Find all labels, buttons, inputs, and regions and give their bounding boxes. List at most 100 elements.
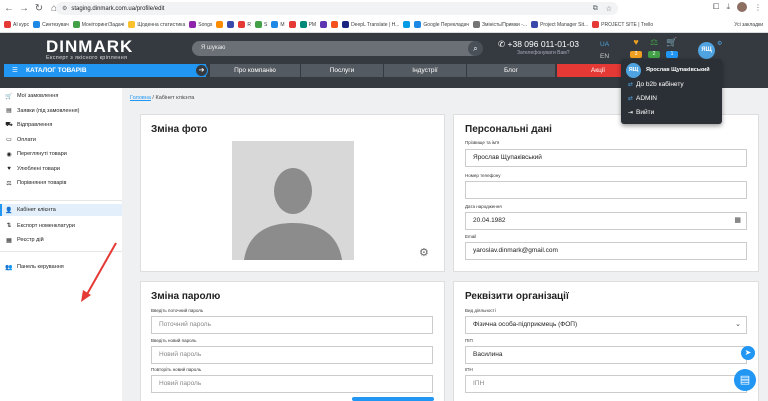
profile-photo[interactable] <box>232 141 354 260</box>
menu-item-services[interactable]: Послуги <box>301 64 383 77</box>
bookmark-item[interactable]: Зміність/Примки -... <box>473 21 527 28</box>
extensions-icon[interactable]: ⧠ <box>713 2 719 12</box>
sidebar-item[interactable]: ◉ Переглянуті товари <box>5 149 66 159</box>
cart-icon[interactable]: 🛒 <box>665 37 679 48</box>
bookmark-item[interactable]: AI курс <box>4 21 29 28</box>
bookmark-item[interactable] <box>320 21 328 28</box>
new-password-field[interactable]: Новий пароль <box>151 346 433 364</box>
sidebar-divider <box>0 200 122 201</box>
sidebar-item-active[interactable]: 👤 Кабінет клієнта <box>0 204 122 216</box>
save-password-button[interactable] <box>352 397 434 401</box>
bookmark-favicon-icon <box>128 21 136 28</box>
main-menu: ☰ КАТАЛОГ ТОВАРІВ ➔ Про компанію Послуги … <box>0 64 639 77</box>
lang-en[interactable]: EN <box>600 51 609 63</box>
bookmark-item[interactable]: Google Перекладач <box>414 21 469 28</box>
bookmark-item[interactable]: Project Manager Sit... <box>531 21 588 28</box>
phone-number[interactable]: ✆ +38 096 011-01-03 <box>498 39 579 50</box>
user-dropdown: ЯЩ Ярослав Щупаківський ⇄ До b2b кабінету… <box>621 59 722 124</box>
calendar-icon[interactable]: ▦ <box>734 213 741 229</box>
heart-icon[interactable]: ♥ <box>629 37 643 47</box>
browser-menu-icon[interactable]: ⋮ <box>754 3 762 12</box>
bookmark-item[interactable]: Синтезувач <box>33 21 69 28</box>
log-icon: ▦ <box>6 237 12 244</box>
compare-icon: ⚖ <box>6 180 12 187</box>
activity-type-label: Вид діяльності <box>465 308 496 313</box>
search-icon[interactable]: ⌕ <box>468 41 483 56</box>
sidebar-item[interactable]: ⚖ Порівняння товарів <box>5 178 66 188</box>
translate-icon[interactable]: ⧉ <box>593 5 598 13</box>
repeat-password-field[interactable]: Новий пароль <box>151 375 433 393</box>
bookmark-item[interactable]: Щоденна статистика <box>128 21 185 28</box>
chat-icon[interactable]: ▤ <box>734 369 756 391</box>
bookmark-item[interactable] <box>331 21 339 28</box>
phone-label: Номер телефону <box>465 173 501 178</box>
bookmark-item[interactable]: PM <box>299 21 316 28</box>
dropdown-item-admin[interactable]: ⇄ ADMIN <box>628 95 657 102</box>
reload-icon[interactable]: ↻ <box>33 2 45 16</box>
bookmark-item[interactable] <box>227 21 235 28</box>
sidebar-item[interactable]: ♥ Улюблені товари <box>5 164 60 174</box>
user-avatar[interactable]: ЯЩ <box>698 42 715 59</box>
other-bookmarks[interactable]: Усі закладки <box>732 22 768 28</box>
address-bar[interactable]: ⚙ staging.dinmark.com.ua/profile/edit ⧉ ☆ <box>56 2 618 15</box>
sidebar-item[interactable]: ▦ Реєстр дій <box>5 235 44 245</box>
callback-link[interactable]: Зателефонувати Вам? <box>517 50 569 56</box>
profile-avatar[interactable] <box>737 2 747 12</box>
bookmark-item[interactable]: PROJECT SITE | Trello <box>592 21 653 28</box>
menu-item-industries[interactable]: Індустрії <box>384 64 466 77</box>
catalog-button[interactable]: ☰ КАТАЛОГ ТОВАРІВ <box>4 64 206 77</box>
current-password-field[interactable]: Поточний пароль <box>151 316 433 334</box>
back-icon[interactable]: ← <box>3 2 15 16</box>
name-field[interactable]: Ярослав Щупаківський <box>465 149 747 167</box>
bookmark-item[interactable]: DeepL Translate | Н... <box>342 21 399 28</box>
chevron-down-icon: ⌄ <box>735 321 741 328</box>
dropdown-item-logout[interactable]: ⇥ Вийти <box>628 109 654 116</box>
language-switch[interactable]: UA EN <box>600 39 609 63</box>
breadcrumb-home[interactable]: Головна <box>130 95 151 101</box>
sidebar-item[interactable]: ⇅ Експорт номенклатури <box>5 221 74 231</box>
breadcrumb: Головна / Кабінет клієнта <box>130 95 195 101</box>
export-icon: ⇅ <box>6 223 12 229</box>
bookmark-item[interactable]: R <box>238 21 251 28</box>
activity-type-select[interactable]: Фізична особа-підприємець (ФОП) ⌄ <box>465 316 747 334</box>
phone-field[interactable] <box>465 181 747 199</box>
catalog-arrow-icon[interactable]: ➔ <box>195 64 208 77</box>
bookmark-item[interactable] <box>216 21 224 28</box>
site-info-icon[interactable]: ⚙ <box>62 5 67 12</box>
user-silhouette-icon <box>232 141 354 260</box>
sidebar-item[interactable]: ▭ Оплати <box>5 135 36 145</box>
sidebar-item[interactable]: ▤ Заявки (під замовлення) <box>5 106 79 116</box>
bookmark-favicon-icon <box>403 21 411 28</box>
dropdown-item-b2b[interactable]: ⇄ До b2b кабінету <box>628 81 684 88</box>
search-input[interactable]: Я шукаю <box>192 41 482 56</box>
sidebar-item[interactable]: ⛟ Відправлення <box>5 120 52 130</box>
sidebar-item[interactable]: 🛒 Мої замовлення <box>5 91 58 101</box>
bookmark-item[interactable]: M <box>271 21 285 28</box>
bookmark-item[interactable]: Songs <box>189 21 212 28</box>
bookmark-item[interactable]: Моніторинг/Задачі <box>72 21 124 28</box>
cart-badge: 1 <box>666 51 678 58</box>
bookmark-item[interactable]: S <box>255 21 267 28</box>
ipn-field[interactable]: ІПН <box>465 375 747 393</box>
forward-icon[interactable]: → <box>18 2 30 16</box>
compare-icon[interactable]: ⚖ <box>647 37 661 48</box>
logo[interactable]: DINMARK <box>46 37 133 56</box>
phone-icon: ✆ <box>498 39 506 49</box>
sidebar-item-admin[interactable]: 👥 Панель керування <box>5 262 64 272</box>
bookmark-item[interactable] <box>403 21 411 28</box>
menu-item-about[interactable]: Про компанію <box>210 64 300 77</box>
lang-ua[interactable]: UA <box>600 39 609 51</box>
url-text: staging.dinmark.com.ua/profile/edit <box>71 5 165 12</box>
gear-icon[interactable]: ⚙ <box>419 246 429 259</box>
bookmark-item[interactable] <box>288 21 296 28</box>
email-label: Email <box>465 234 477 239</box>
bookmark-star-icon[interactable]: ☆ <box>606 5 612 13</box>
birth-date-field[interactable]: 20.04.1982 ▦ <box>465 212 747 230</box>
menu-item-blog[interactable]: Блог <box>467 64 555 77</box>
pib-field[interactable]: Василина <box>465 346 747 364</box>
settings-icon[interactable]: ⚙ <box>717 40 722 47</box>
bookmark-favicon-icon <box>216 21 224 28</box>
telegram-icon[interactable]: ➤ <box>741 346 755 360</box>
email-field[interactable]: yaroslav.dinmark@gmail.com <box>465 242 747 260</box>
download-icon[interactable]: ⤓ <box>726 2 730 12</box>
